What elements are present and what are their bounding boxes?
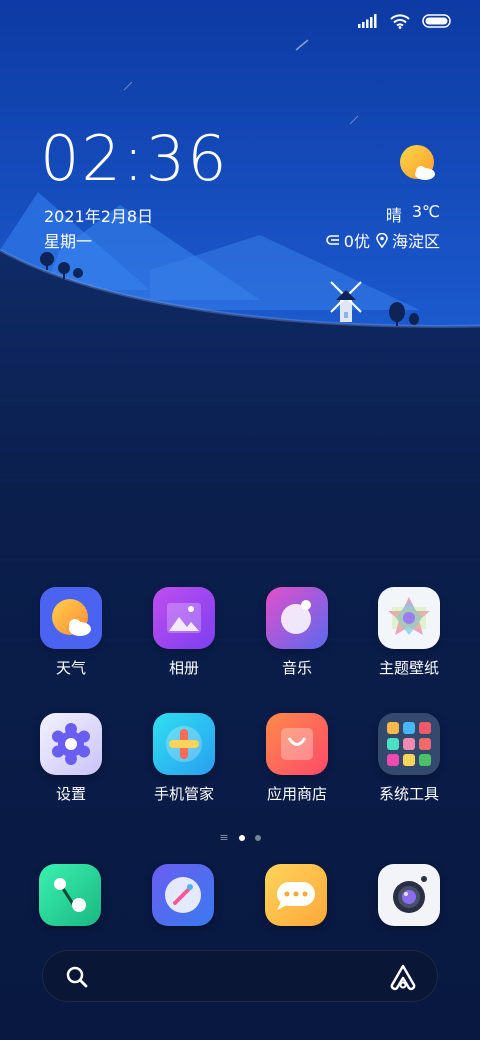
app-label: 设置 [55, 785, 86, 803]
phone-app-icon[interactable] [39, 864, 101, 926]
app-system-tools[interactable]: 系统工具 [359, 713, 459, 804]
app-security[interactable]: 手机管家 [134, 713, 234, 804]
app-settings[interactable]: 设置 [21, 713, 121, 804]
wifi-icon [390, 13, 410, 29]
weather-condition-row[interactable]: 晴 3℃ [386, 202, 440, 226]
weather-location: 海淀区 [391, 232, 440, 251]
location-indicator: 海淀区 [376, 228, 440, 252]
clock-time[interactable]: 02:36 [40, 128, 229, 190]
app-label: 手机管家 [153, 785, 214, 803]
security-app-icon [153, 713, 215, 775]
camera-app-icon[interactable] [378, 864, 440, 926]
sun-cloud-icon[interactable] [398, 144, 438, 184]
app-store-icon [266, 713, 328, 775]
themes-app-icon [378, 587, 440, 649]
page-dot-active [238, 834, 245, 841]
messages-app-icon[interactable] [265, 864, 327, 926]
app-label: 主题壁纸 [378, 659, 439, 677]
assistant-icon[interactable] [389, 963, 417, 991]
app-themes[interactable]: 主题壁纸 [359, 587, 459, 678]
weather-condition: 晴 [385, 206, 402, 225]
system-tools-folder-icon [378, 713, 440, 775]
weather-extra-row[interactable]: 0优 海淀区 [326, 228, 440, 252]
app-store[interactable]: 应用商店 [247, 713, 347, 804]
gallery-app-icon [153, 587, 215, 649]
browser-app-icon[interactable] [152, 864, 214, 926]
weather-temperature: 3℃ [411, 202, 440, 221]
weather-app-icon [40, 587, 102, 649]
status-bar [358, 8, 452, 34]
app-label: 天气 [55, 659, 86, 677]
app-music[interactable]: 音乐 [247, 587, 347, 678]
app-label: 应用商店 [266, 785, 327, 803]
search-icon[interactable] [65, 965, 89, 989]
air-quality-icon [326, 235, 339, 245]
settings-app-icon [40, 713, 102, 775]
page-menu-icon: ≡ [219, 831, 229, 844]
location-pin-icon [376, 232, 388, 248]
music-app-icon [266, 587, 328, 649]
app-weather[interactable]: 天气 [21, 587, 121, 678]
signal-bars-icon [358, 14, 377, 28]
aqi-value: 0优 [343, 232, 370, 251]
app-gallery[interactable]: 相册 [134, 587, 234, 678]
app-label: 相册 [168, 659, 199, 677]
battery-icon [422, 14, 451, 28]
clock-date: 2021年2月8日 [44, 207, 154, 226]
app-label: 音乐 [281, 659, 312, 677]
aqi-indicator: 0优 [326, 228, 370, 252]
search-bar[interactable] [42, 950, 438, 1002]
page-dot [254, 834, 261, 841]
page-indicator[interactable]: ≡ [0, 832, 480, 843]
app-label: 系统工具 [378, 785, 439, 803]
clock-weekday: 星期一 [44, 232, 93, 251]
